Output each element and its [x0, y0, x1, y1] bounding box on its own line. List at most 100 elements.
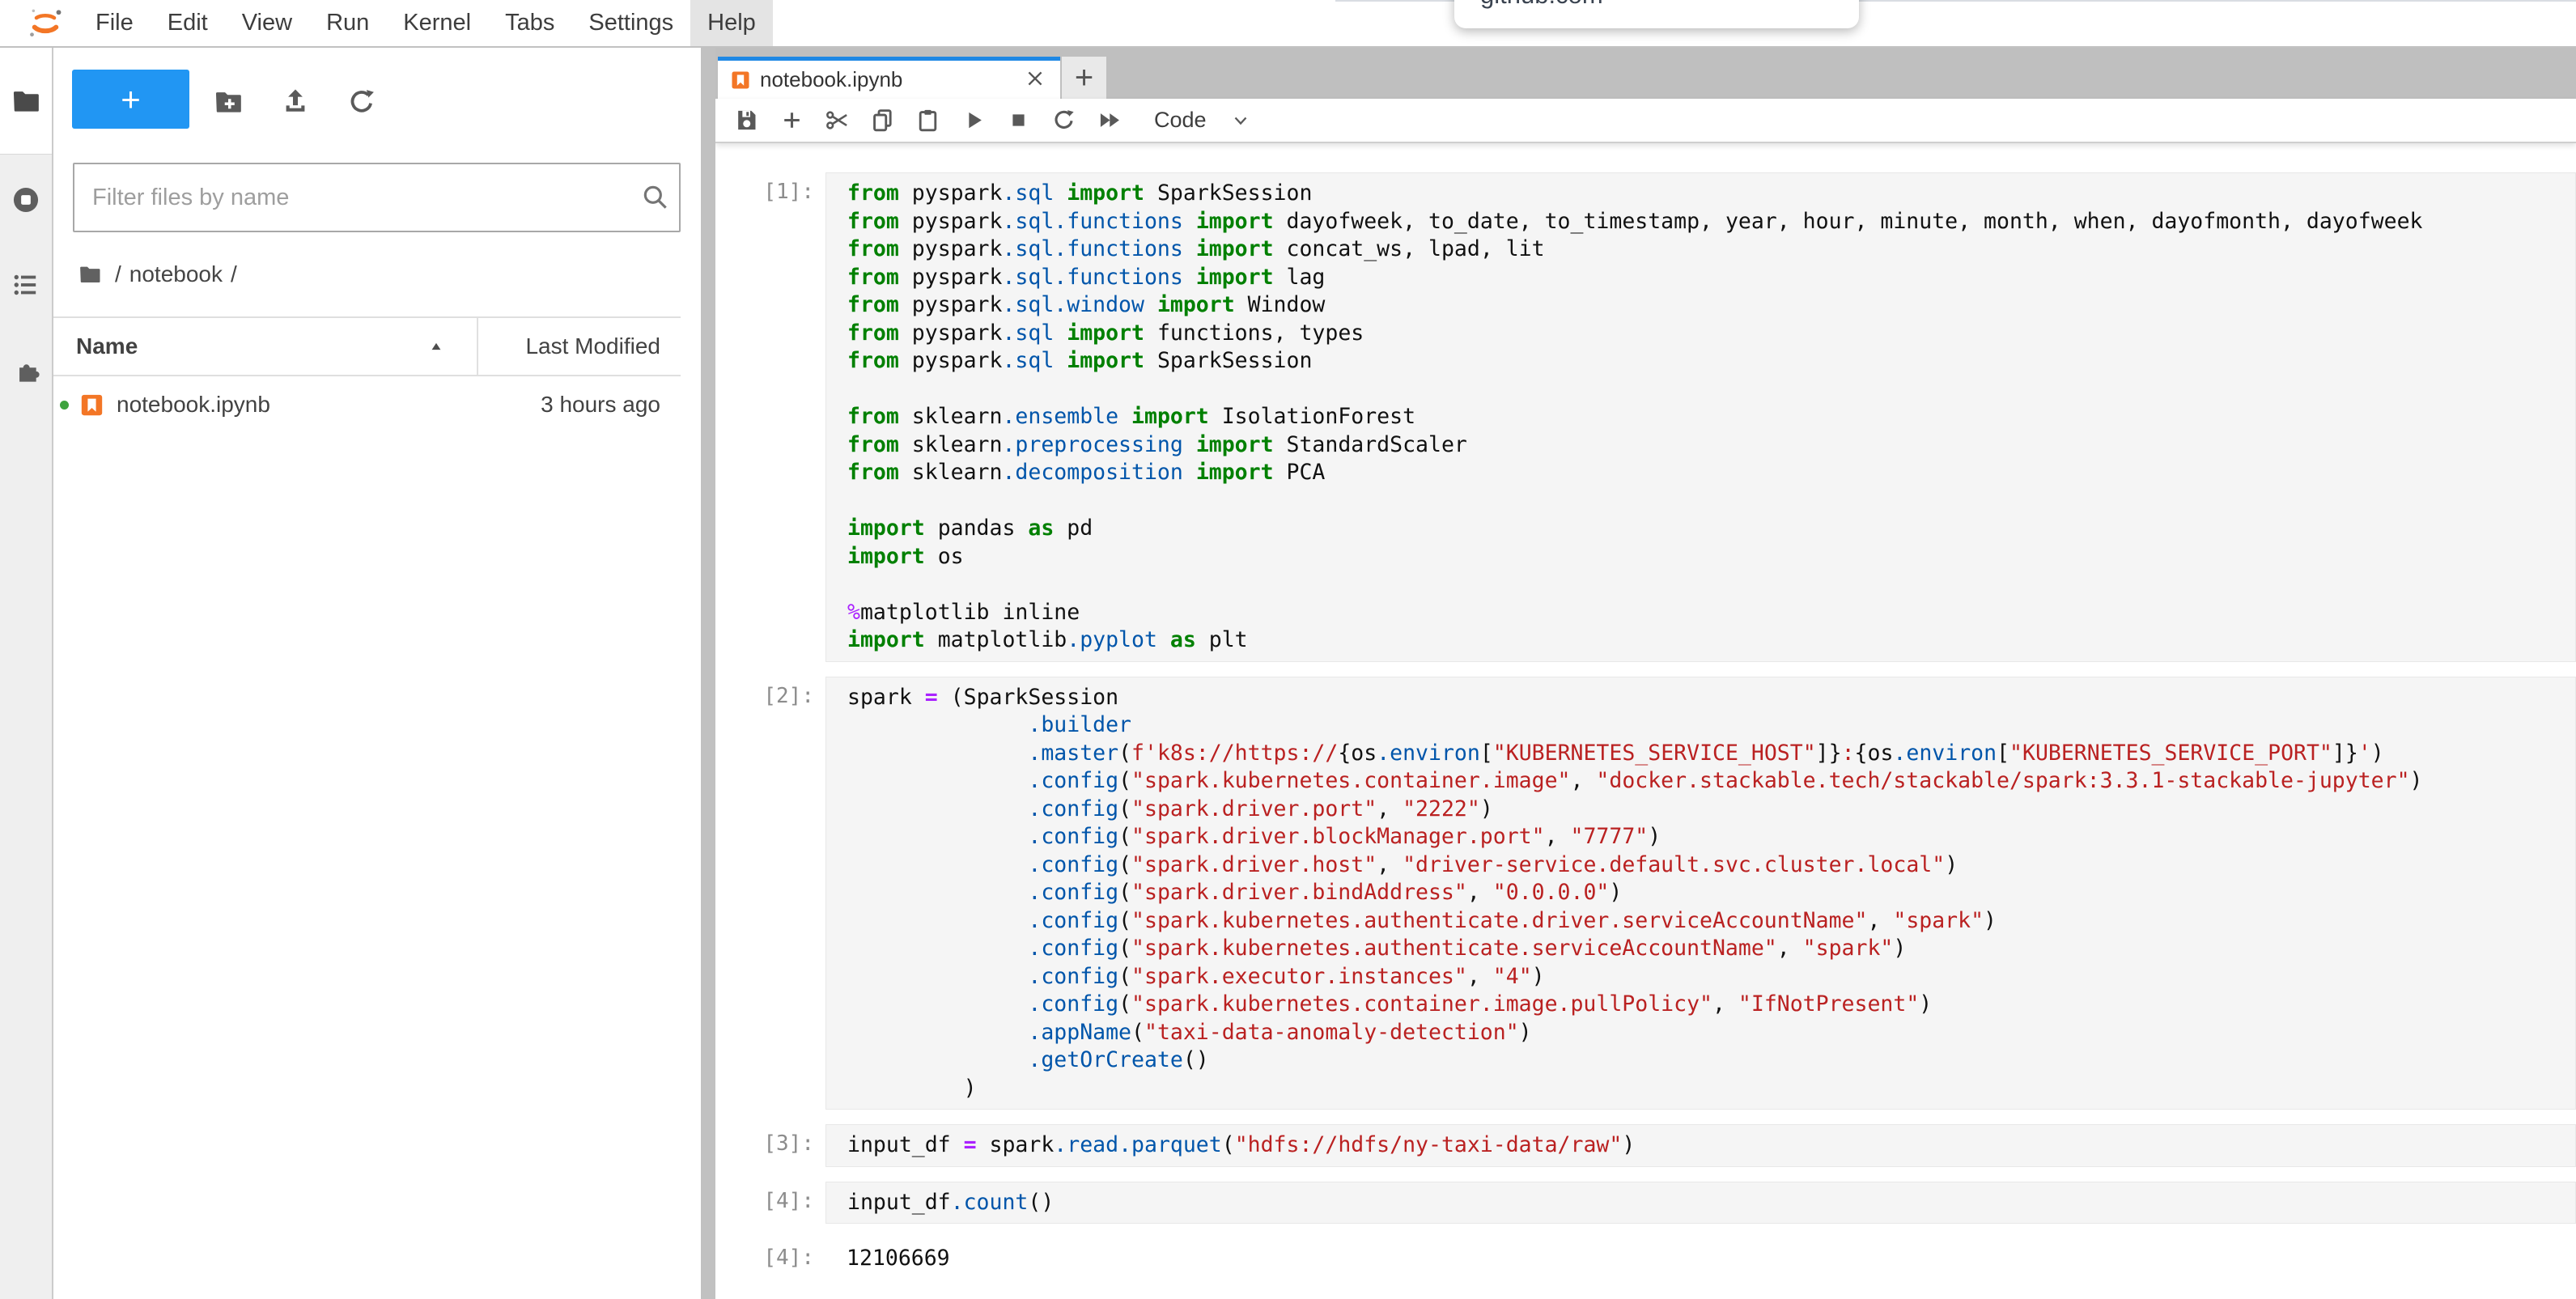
main-area: notebook.ipynb + Code [1]:from pyspark.s… [715, 48, 2576, 1299]
output-prompt: [4]: [715, 1238, 825, 1280]
copy-button[interactable] [859, 99, 905, 142]
menu-item-help[interactable]: Help [690, 0, 773, 46]
code-line: .config("spark.driver.host", "driver-ser… [847, 851, 2575, 880]
file-row-notebook[interactable]: notebook.ipynb 3 hours ago [53, 376, 681, 433]
list-icon [11, 270, 41, 300]
code-line: import os [847, 543, 2575, 571]
tab-notebook[interactable]: notebook.ipynb [718, 57, 1060, 99]
restart-icon [1051, 108, 1076, 133]
jupyterlab-window: FileEditViewRunKernelTabsSettingsHelp gi… [0, 0, 2576, 1299]
stop-circle-icon [11, 185, 41, 215]
menu-item-edit[interactable]: Edit [151, 0, 225, 46]
tab-label: notebook.ipynb [760, 67, 902, 92]
file-modified: 3 hours ago [541, 392, 681, 418]
code-editor[interactable]: from pyspark.sql import SparkSessionfrom… [825, 172, 2576, 662]
tab-close-button[interactable] [1023, 68, 1047, 92]
sidebar-tab-file-browser[interactable] [0, 73, 52, 129]
menu-item-file[interactable]: File [79, 0, 151, 46]
stop-button[interactable] [995, 99, 1041, 142]
code-line: .config("spark.kubernetes.container.imag… [847, 991, 2575, 1019]
fast-forward-button[interactable] [1086, 99, 1131, 142]
code-line: .config("spark.driver.port", "2222") [847, 796, 2575, 824]
code-line: from pyspark.sql import functions, types [847, 320, 2575, 348]
cell-type-value: Code [1154, 108, 1207, 133]
menu-item-settings[interactable]: Settings [571, 0, 690, 46]
search-icon [640, 182, 671, 213]
column-header-name[interactable]: Name [53, 318, 478, 375]
file-name: notebook.ipynb [117, 392, 270, 418]
code-line: .config("spark.kubernetes.container.imag… [847, 767, 2575, 796]
insert-cell-icon [779, 108, 804, 133]
input-prompt: [1]: [715, 172, 825, 662]
code-editor[interactable]: spark = (SparkSession .builder .master(f… [825, 677, 2576, 1110]
menu-item-tabs[interactable]: Tabs [488, 0, 571, 46]
output-cell: [4]:12106669 [715, 1238, 2576, 1280]
input-prompt: [4]: [715, 1182, 825, 1225]
code-line: .master(f'k8s://https://{os.environ["KUB… [847, 740, 2575, 768]
insert-cell-button[interactable] [769, 99, 814, 142]
sidebar-tab-running-sessions[interactable] [0, 172, 52, 228]
output-area: 12106669 [825, 1238, 2576, 1280]
upload-button[interactable] [280, 87, 311, 117]
code-cell: [3]: input_df = spark.read.parquet("hdfs:… [715, 1124, 2576, 1167]
cut-button[interactable] [814, 99, 859, 142]
code-line: input_df = spark.read.parquet("hdfs://hd… [847, 1131, 2575, 1160]
breadcrumb-separator: / [231, 261, 237, 287]
code-editor[interactable]: input_df = spark.read.parquet("hdfs://hd… [825, 1124, 2576, 1167]
code-line: .getOrCreate() [847, 1046, 2575, 1075]
folder-icon[interactable] [76, 262, 104, 287]
github-popup: github.com [1454, 0, 1859, 28]
input-prompt: [3]: [715, 1124, 825, 1167]
code-line [847, 376, 2575, 404]
code-line: from sklearn.ensemble import IsolationFo… [847, 403, 2575, 431]
code-editor[interactable]: input_df.count() [825, 1182, 2576, 1225]
code-line: .config("spark.kubernetes.authenticate.d… [847, 907, 2575, 936]
code-line: import matplotlib.pyplot as plt [847, 626, 2575, 655]
menu-item-view[interactable]: View [225, 0, 309, 46]
refresh-button[interactable] [346, 87, 377, 117]
cell-type-dropdown[interactable]: Code [1154, 108, 1250, 133]
notebook-file-icon [731, 70, 750, 91]
panel-resize-handle[interactable] [701, 48, 715, 1299]
menu-item-run[interactable]: Run [309, 0, 386, 46]
folder-icon [11, 86, 41, 117]
new-tab-button[interactable]: + [1062, 57, 1106, 99]
refresh-icon [346, 87, 377, 117]
run-icon [961, 108, 986, 133]
puzzle-icon [11, 356, 41, 387]
activity-bar [0, 48, 53, 1299]
notebook-scroll-area[interactable]: [1]:from pyspark.sql import SparkSession… [715, 145, 2576, 1299]
new-folder-button[interactable] [213, 87, 244, 117]
sidebar-tab-extensions[interactable] [0, 343, 52, 400]
code-line: spark = (SparkSession [847, 684, 2575, 712]
save-button[interactable] [724, 99, 769, 142]
code-line: input_df.count() [847, 1189, 2575, 1217]
code-line: from pyspark.sql.functions import dayofw… [847, 208, 2575, 236]
file-listing-header: Name Last Modified [53, 316, 681, 376]
menu-bar: FileEditViewRunKernelTabsSettingsHelp [0, 0, 2576, 48]
jupyter-logo-icon [27, 6, 64, 41]
restart-button[interactable] [1041, 99, 1086, 142]
code-line: from pyspark.sql import SparkSession [847, 347, 2575, 376]
menu-item-kernel[interactable]: Kernel [386, 0, 488, 46]
breadcrumb-folder[interactable]: notebook [129, 261, 223, 287]
code-cell: [2]:spark = (SparkSession .builder .mast… [715, 677, 2576, 1110]
run-button[interactable] [950, 99, 995, 142]
column-header-last-modified[interactable]: Last Modified [478, 333, 681, 359]
code-line: .appName("taxi-data-anomaly-detection") [847, 1019, 2575, 1047]
github-popup-text: github.com [1480, 0, 1603, 10]
paste-button[interactable] [905, 99, 950, 142]
stop-icon [1006, 108, 1031, 133]
paste-icon [915, 108, 940, 133]
code-line: from sklearn.decomposition import PCA [847, 459, 2575, 487]
sidebar-tab-table-of-contents[interactable] [0, 257, 52, 313]
tab-bar: notebook.ipynb + [715, 48, 2576, 99]
breadcrumb: / notebook / [76, 258, 245, 291]
code-line [847, 571, 2575, 599]
code-line: ) [847, 1075, 2575, 1103]
cut-icon [825, 108, 850, 133]
filter-files-input[interactable] [73, 163, 681, 232]
code-line: from pyspark.sql.window import Window [847, 291, 2575, 320]
breadcrumb-root[interactable]: / [115, 261, 121, 287]
new-launcher-button[interactable]: + [72, 70, 189, 129]
